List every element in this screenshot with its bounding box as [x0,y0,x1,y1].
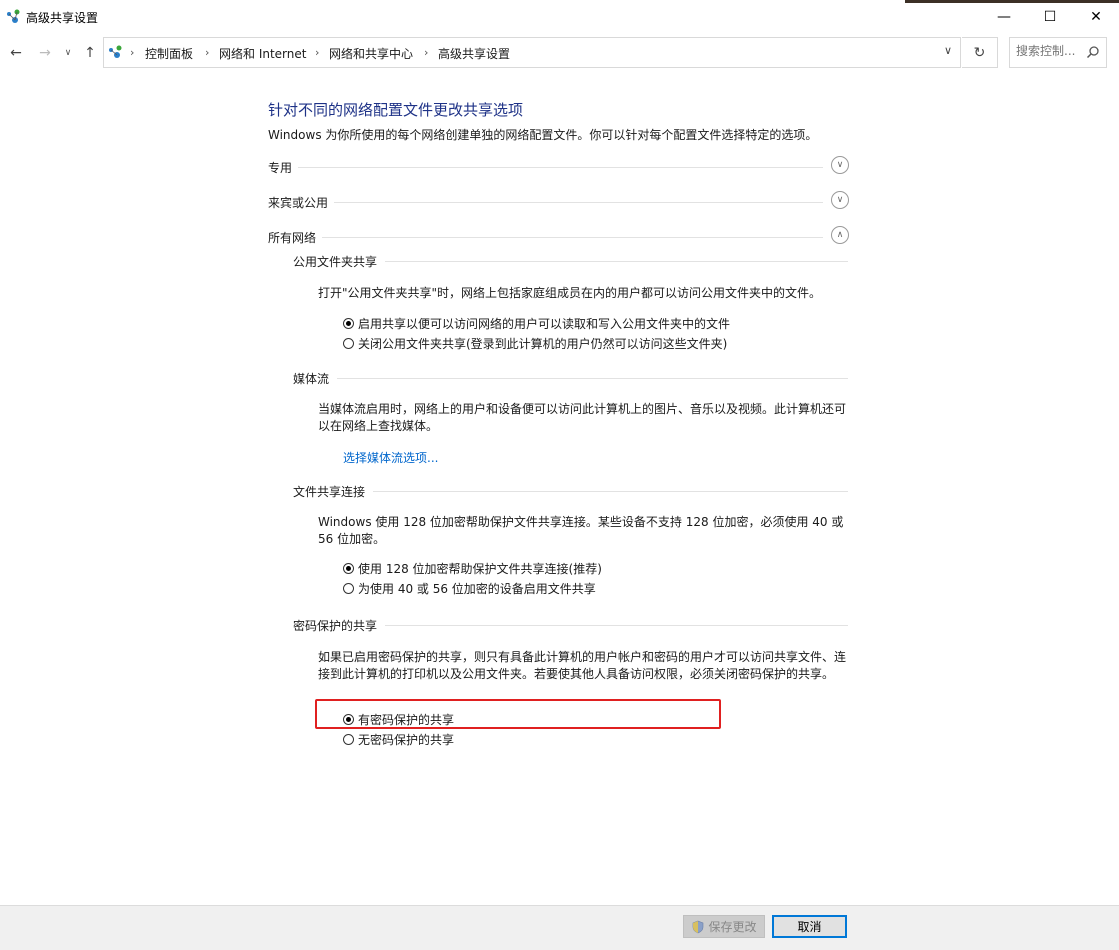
radio-label: 使用 128 位加密帮助保护文件共享连接(推荐) [358,561,602,576]
arrow-up-icon: ↑ [84,45,96,61]
maximize-button[interactable]: ☐ [1027,0,1073,34]
breadcrumb-control-panel[interactable]: 控制面板 [145,45,193,62]
search-box[interactable] [1009,37,1107,68]
close-icon: ✕ [1090,9,1102,25]
cancel-button[interactable]: 取消 [772,915,847,938]
chevron-down-icon: ∨ [64,48,72,58]
minimize-icon: — [997,9,1011,25]
minimize-button[interactable]: — [981,0,1027,34]
page-description: Windows 为你所使用的每个网络创建单独的网络配置文件。你可以针对每个配置文… [268,128,818,142]
uac-shield-icon [693,920,704,933]
expand-chevron-icon[interactable]: ∨ [831,156,849,174]
profile-all-networks[interactable]: 所有网络 ∧ [268,226,849,247]
address-bar[interactable]: › 控制面板 › 网络和 Internet › 网络和共享中心 › 高级共享设置… [103,37,961,68]
divider [293,491,848,492]
forward-button[interactable]: → [34,42,56,64]
expand-chevron-icon[interactable]: ∨ [831,191,849,209]
radio-label: 关闭公用文件夹共享(登录到此计算机的用户仍然可以访问这些文件夹) [358,336,728,351]
search-icon [1086,46,1099,59]
back-button[interactable]: ← [5,42,27,64]
arrow-left-icon: ← [10,45,22,61]
recent-locations-button[interactable]: ∨ [60,42,76,64]
breadcrumb-separator-icon[interactable]: › [130,46,134,59]
profile-label: 所有网络 [268,229,323,246]
network-icon [109,45,122,58]
navigation-bar: ← → ∨ ↑ › 控制面板 › 网络和 Internet › 网络和共享中心 … [0,34,1119,72]
radio-password-on[interactable]: 有密码保护的共享 [343,710,454,728]
radio-label: 启用共享以便可以访问网络的用户可以读取和写入公用文件夹中的文件 [358,316,731,331]
network-app-icon [7,9,20,23]
section-text: 打开"公用文件夹共享"时，网络上包括家庭组成员在内的用户都可以访问公用文件夹中的… [318,286,822,300]
divider [293,378,848,379]
radio-label: 为使用 40 或 56 位加密的设备启用文件共享 [358,581,596,596]
breadcrumb-network-sharing-center[interactable]: 网络和共享中心 [329,45,413,62]
section-text: 当媒体流启用时，网络上的用户和设备便可以访问此计算机上的图片、音乐以及视频。此计… [318,402,847,433]
section-heading: 公用文件夹共享 [293,253,386,270]
radio-label: 无密码保护的共享 [358,732,455,747]
radio-unselected-icon [343,733,354,745]
cancel-label: 取消 [797,920,822,934]
breadcrumb-advanced-sharing[interactable]: 高级共享设置 [438,45,510,62]
collapse-chevron-icon[interactable]: ∧ [831,226,849,244]
maximize-icon: ☐ [1043,9,1057,25]
footer-bar: 保存更改 取消 [0,905,1119,950]
profile-label: 来宾或公用 [268,194,335,211]
radio-disable-public-sharing[interactable]: 关闭公用文件夹共享(登录到此计算机的用户仍然可以访问这些文件夹) [343,334,727,352]
media-streaming-options-link[interactable]: 选择媒体流选项... [343,449,438,466]
up-button[interactable]: ↑ [79,42,101,64]
page-title: 针对不同的网络配置文件更改共享选项 [268,101,524,119]
window-title: 高级共享设置 [26,11,99,25]
close-button[interactable]: ✕ [1073,0,1119,34]
radio-selected-icon [343,317,354,329]
address-dropdown-icon[interactable]: ∨ [944,44,952,57]
radio-unselected-icon [343,582,354,594]
radio-label: 有密码保护的共享 [358,712,455,727]
profile-label: 专用 [268,159,299,176]
radio-40-56bit-encryption[interactable]: 为使用 40 或 56 位加密的设备启用文件共享 [343,579,596,597]
breadcrumb-separator-icon[interactable]: › [205,46,209,59]
refresh-button[interactable]: ↻ [962,37,998,68]
section-heading: 媒体流 [293,370,338,387]
profile-guest-public[interactable]: 来宾或公用 ∨ [268,191,849,212]
radio-128bit-encryption[interactable]: 使用 128 位加密帮助保护文件共享连接(推荐) [343,559,602,577]
save-changes-button[interactable]: 保存更改 [683,915,765,938]
radio-selected-icon [343,562,354,574]
divider [268,202,823,203]
arrow-right-icon: → [39,45,51,61]
search-input[interactable] [1016,44,1082,58]
breadcrumb-separator-icon[interactable]: › [315,46,319,59]
breadcrumb-separator-icon[interactable]: › [424,46,428,59]
radio-selected-icon [343,713,354,725]
section-media-streaming: 媒体流 [293,370,848,388]
divider [268,237,823,238]
section-password-sharing: 密码保护的共享 [293,617,848,635]
section-heading: 文件共享连接 [293,483,374,500]
section-file-sharing: 文件共享连接 [293,483,848,501]
divider [268,167,823,168]
breadcrumb-network-internet[interactable]: 网络和 Internet [219,45,306,62]
profile-private[interactable]: 专用 ∨ [268,156,849,177]
section-text: Windows 使用 128 位加密帮助保护文件共享连接。某些设备不支持 128… [318,515,844,546]
section-heading: 密码保护的共享 [293,617,386,634]
refresh-icon: ↻ [973,44,986,61]
title-bar: 高级共享设置 — ☐ ✕ [0,0,1119,34]
section-public-folder: 公用文件夹共享 [293,253,848,271]
radio-unselected-icon [343,337,354,349]
save-label: 保存更改 [708,920,757,934]
section-text: 如果已启用密码保护的共享，则只有具备此计算机的用户帐户和密码的用户才可以访问共享… [318,650,847,681]
radio-password-off[interactable]: 无密码保护的共享 [343,730,454,748]
radio-enable-public-sharing[interactable]: 启用共享以便可以访问网络的用户可以读取和写入公用文件夹中的文件 [343,314,730,332]
